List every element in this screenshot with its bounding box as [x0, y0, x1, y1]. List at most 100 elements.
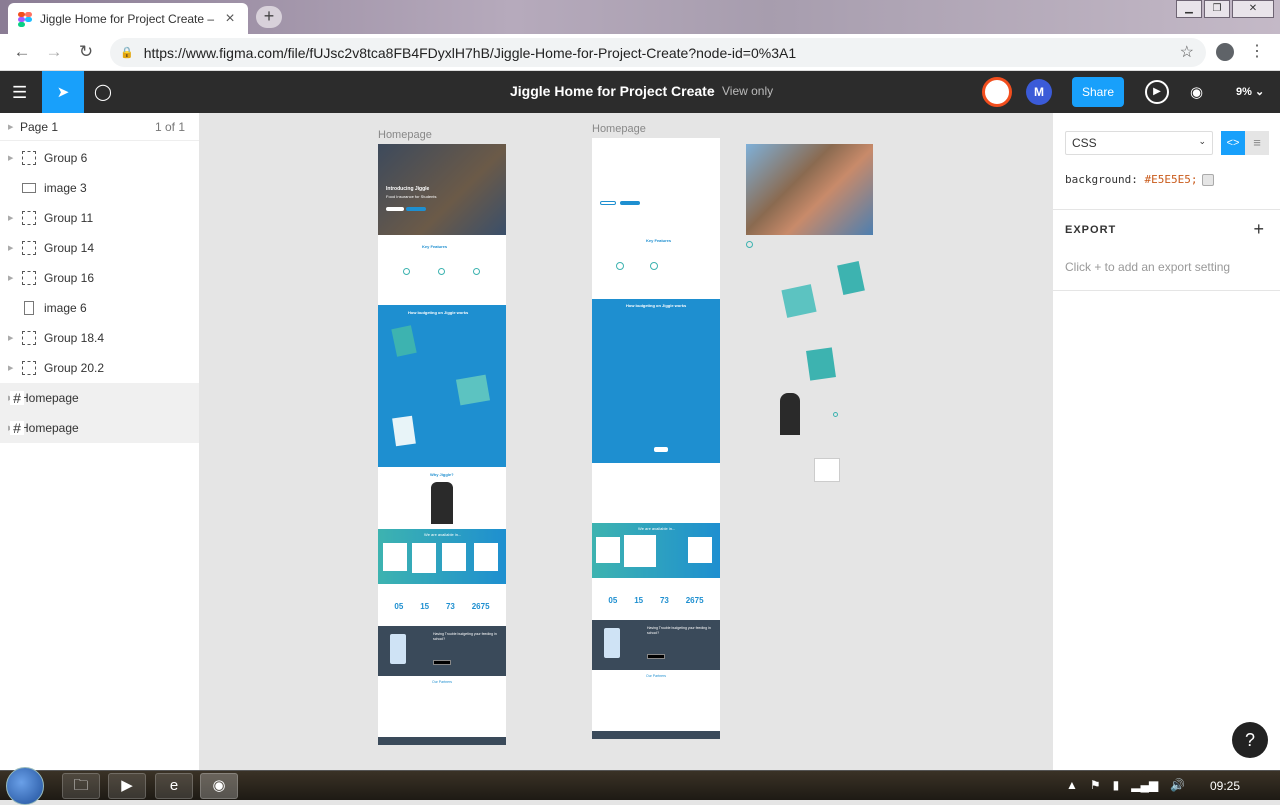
store-badge [433, 660, 451, 665]
frame-label[interactable]: Homepage [592, 123, 646, 135]
layer-item[interactable]: ▶ Group 16 [0, 263, 199, 293]
person-graphic[interactable] [780, 393, 800, 435]
school-card [474, 543, 498, 571]
clock[interactable]: 09:25 [1210, 779, 1240, 793]
feature-icon [438, 268, 445, 275]
homepage-frame-variant[interactable]: Key Features How budgeting on Jiggle wor… [592, 138, 720, 739]
small-icon[interactable] [833, 412, 838, 417]
minimize-button[interactable]: ▁ [1176, 0, 1202, 18]
page-count: 1 of 1 [154, 119, 185, 134]
back-icon[interactable]: ← [6, 42, 38, 62]
phone-graphic[interactable] [806, 347, 836, 381]
layer-item[interactable]: image 3 [0, 173, 199, 203]
power-icon[interactable]: ▮ [1113, 778, 1120, 792]
bookmark-star-icon[interactable]: ☆ [1180, 42, 1194, 62]
feature-icon [650, 262, 658, 270]
browser-menu-icon[interactable]: ⋮ [1249, 41, 1265, 61]
code-language-select[interactable]: CSS ⌄ [1065, 131, 1213, 155]
caret-icon[interactable]: ▶ [8, 274, 20, 282]
students-photo[interactable] [746, 144, 873, 235]
start-button[interactable] [6, 767, 44, 805]
cards-graphic[interactable] [781, 284, 817, 318]
maximize-button[interactable]: ❐ [1204, 0, 1230, 18]
promo-heading: Having Trouble budgeting your feeding in… [647, 626, 711, 635]
move-tool-icon[interactable]: ➤ [42, 71, 84, 113]
footer [592, 731, 720, 739]
explorer-icon[interactable]: 🗀 [62, 773, 100, 799]
add-export-icon[interactable]: + [1253, 219, 1264, 240]
layer-label: Group 20.2 [44, 361, 105, 375]
zoom-level[interactable]: 9% ⌄ [1236, 85, 1264, 98]
stat-value: 73 [659, 595, 669, 605]
layer-item[interactable]: image 6 [0, 293, 199, 323]
css-output: background: #E5E5E5; [1065, 173, 1198, 186]
flag-icon[interactable]: ⚑ [1090, 778, 1101, 792]
store-badge [647, 654, 665, 659]
export-hint: Click + to add an export setting [1065, 260, 1231, 274]
avatar[interactable] [982, 77, 1012, 107]
layer-item[interactable]: ▶ Group 11 [0, 203, 199, 233]
caret-icon[interactable]: ▶ [8, 334, 20, 342]
browser-tab[interactable]: Jiggle Home for Project Create – × [8, 3, 248, 34]
image-icon [22, 183, 36, 193]
frame-icon: # [10, 421, 24, 435]
close-tab-icon[interactable]: × [222, 10, 238, 28]
caret-icon[interactable]: ▶ [8, 154, 20, 162]
layer-item-frame[interactable]: ▶#Homepage [0, 383, 199, 413]
comment-tool-icon[interactable]: ◯ [94, 82, 112, 102]
chrome-icon[interactable]: ◉ [200, 773, 238, 799]
school-card-graphic[interactable] [814, 458, 840, 482]
list-view-icon[interactable]: ≡ [1245, 131, 1269, 155]
hero-button [620, 201, 640, 205]
caret-icon[interactable]: ▶ [8, 244, 20, 252]
figma-canvas[interactable]: Homepage Homepage Introducing Jiggle Foo… [200, 113, 1052, 770]
layer-item[interactable]: ▶ Group 20.2 [0, 353, 199, 383]
phone-graphic[interactable] [837, 261, 865, 295]
user-avatar[interactable]: M [1026, 79, 1052, 105]
page-selector[interactable]: ▶ Page 1 1 of 1 [0, 113, 199, 141]
layer-item-frame[interactable]: ▶#Homepage [0, 413, 199, 443]
layer-item[interactable]: ▶ Group 14 [0, 233, 199, 263]
present-icon[interactable]: ▶ [1145, 80, 1169, 104]
layer-label: Group 14 [44, 241, 95, 255]
frame-label[interactable]: Homepage [378, 129, 432, 141]
partners-title: Our Partners [646, 674, 667, 678]
layer-item[interactable]: ▶ Group 6 [0, 143, 199, 173]
cta-button [654, 447, 668, 452]
profile-icon[interactable] [1216, 43, 1234, 61]
card-illustration [455, 374, 491, 406]
reload-icon[interactable]: ↻ [70, 42, 102, 62]
section-title: Why Jiggle? [430, 472, 454, 477]
view-mode-label: View only [722, 84, 774, 98]
group-icon [22, 331, 36, 345]
chevron-down-icon[interactable]: ⌄ [708, 85, 716, 96]
address-bar[interactable]: 🔒 https://www.figma.com/file/fUJsc2v8tca… [110, 38, 1206, 67]
layer-item[interactable]: ▶ Group 18.4 [0, 323, 199, 353]
code-view-icon[interactable]: <> [1221, 131, 1245, 155]
homepage-frame-desktop[interactable]: Introducing Jiggle Food Insurance for St… [378, 144, 506, 745]
volume-icon[interactable]: 🔊 [1170, 778, 1185, 792]
network-icon[interactable]: ▂▄▆ [1131, 778, 1158, 792]
window-close-button[interactable]: ✕ [1232, 0, 1274, 18]
image-icon [24, 301, 34, 315]
show-hidden-icons-icon[interactable]: ▲ [1066, 778, 1078, 792]
media-player-icon[interactable]: ▶ [108, 773, 146, 799]
browser-tab-strip: Jiggle Home for Project Create – × + ▁ ❐… [0, 0, 1280, 34]
small-icon[interactable] [746, 241, 753, 248]
internet-explorer-icon[interactable]: e [155, 773, 193, 799]
divider [1053, 290, 1280, 291]
caret-icon[interactable]: ▶ [8, 214, 20, 222]
forward-icon[interactable]: → [38, 42, 70, 62]
group-icon [22, 151, 36, 165]
view-settings-icon[interactable]: ◉ [1190, 83, 1203, 101]
help-button[interactable]: ? [1232, 722, 1268, 758]
school-card [442, 543, 466, 571]
stat-value: 2675 [471, 601, 490, 611]
new-tab-button[interactable]: + [256, 6, 282, 28]
promo-heading: Having Trouble budgeting your feeding in… [433, 632, 497, 641]
share-button[interactable]: Share [1072, 77, 1124, 107]
chevron-down-icon: ⌄ [1198, 136, 1206, 146]
hamburger-menu-icon[interactable]: ☰ [12, 83, 27, 103]
caret-icon[interactable]: ▶ [8, 364, 20, 372]
file-title[interactable]: Jiggle Home for Project Create [510, 83, 715, 99]
